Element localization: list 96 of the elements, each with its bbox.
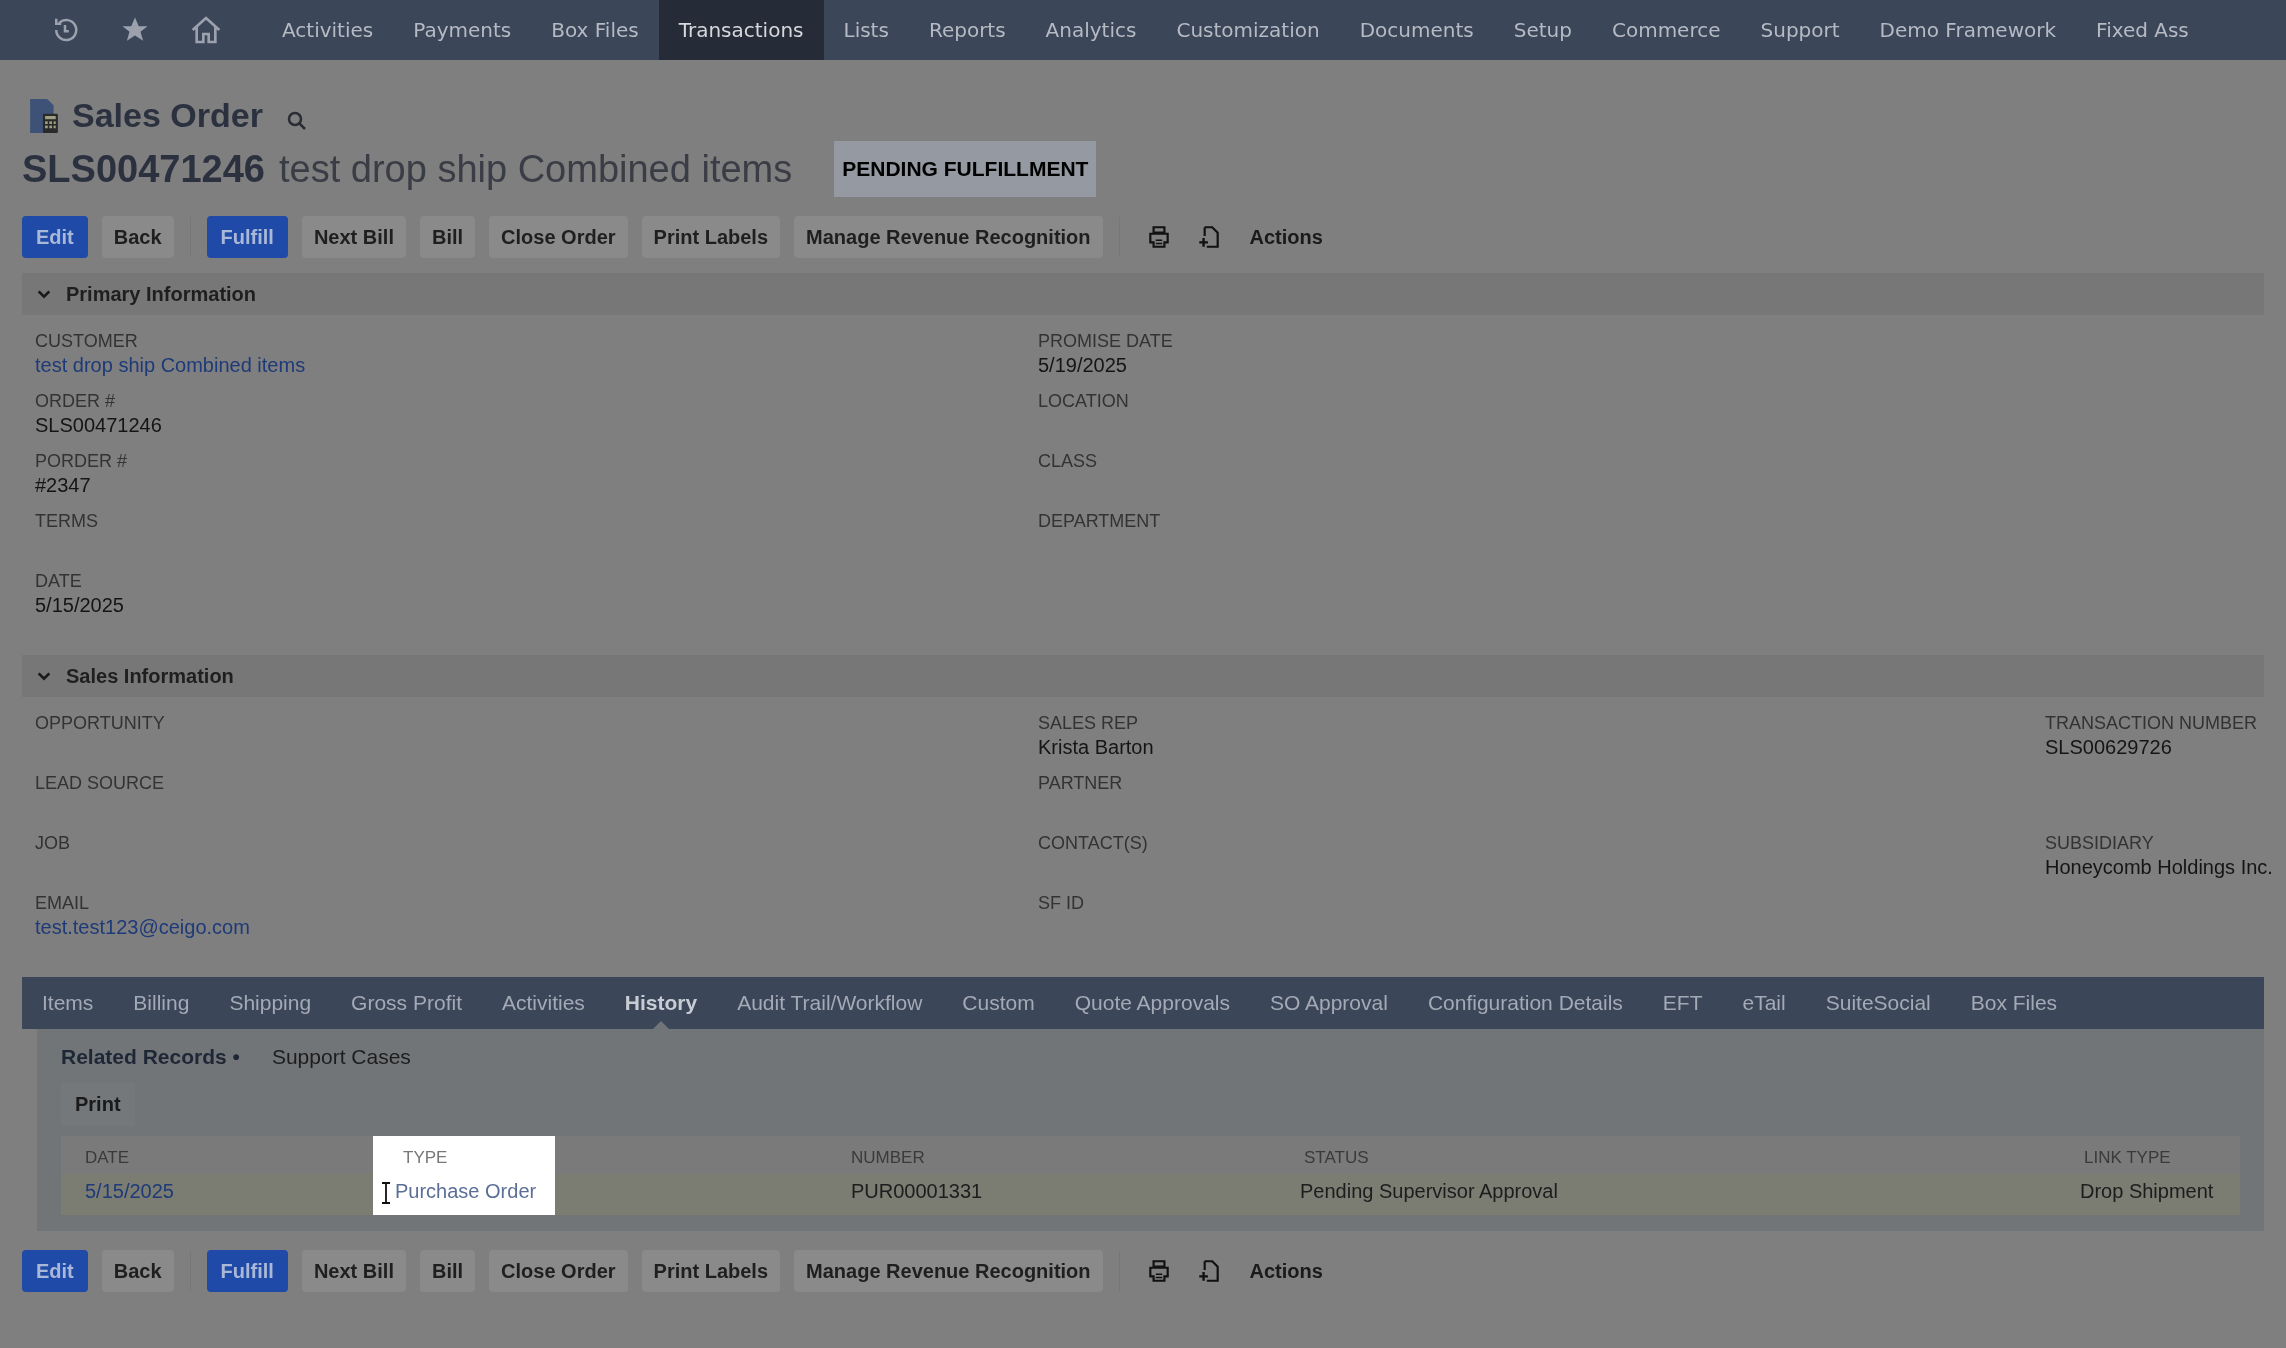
toolbar-button[interactable]: Manage Revenue Recognition xyxy=(794,1250,1103,1292)
column-header: STATUS xyxy=(1288,1136,2068,1174)
subtab[interactable]: Custom xyxy=(962,977,1055,1029)
primary-button[interactable]: Edit xyxy=(22,1250,88,1292)
nav-menu-item[interactable]: Setup xyxy=(1493,0,1592,60)
table-cell: Drop Shipment xyxy=(2068,1174,2240,1215)
nav-menu-item[interactable]: Reports xyxy=(908,0,1026,60)
field-value: SLS00471246 xyxy=(35,414,163,437)
subtab[interactable]: Box Files xyxy=(1970,977,2078,1029)
record-name: test drop ship Combined items xyxy=(279,147,793,191)
subtab[interactable]: Gross Profit xyxy=(351,977,482,1029)
field-label: CLASS xyxy=(1038,451,1099,472)
subtab[interactable]: History xyxy=(624,977,718,1029)
toolbar-button[interactable]: Bill xyxy=(419,1250,476,1292)
field-label: DATE xyxy=(35,571,83,592)
nav-menu-item[interactable]: Box Files xyxy=(531,0,659,60)
nav-menu-item[interactable]: Documents xyxy=(1339,0,1494,60)
subtab[interactable]: Billing xyxy=(133,977,210,1029)
field-label: OPPORTUNITY xyxy=(35,713,166,734)
nav-menu-item[interactable]: Customization xyxy=(1156,0,1340,60)
subtab[interactable]: Quote Approvals xyxy=(1074,977,1250,1029)
nav-menu-item[interactable]: Analytics xyxy=(1025,0,1157,60)
field-label: CONTACT(S) xyxy=(1038,833,1149,854)
column-header: TYPE xyxy=(373,1136,555,1174)
field-label: TERMS xyxy=(35,511,99,532)
toolbar-button[interactable]: Manage Revenue Recognition xyxy=(794,216,1103,258)
column-header: LINK TYPE xyxy=(2068,1136,2240,1174)
column-header: DATE xyxy=(61,1136,373,1174)
nav-menu-item[interactable]: Payments xyxy=(393,0,532,60)
date-link[interactable]: 5/15/2025 xyxy=(61,1174,373,1215)
subtab[interactable]: Configuration Details xyxy=(1427,977,1643,1029)
primary-button[interactable]: Edit xyxy=(22,216,88,258)
field-value: Krista Barton xyxy=(1038,736,1155,759)
field-value: 5/15/2025 xyxy=(35,594,125,617)
subtab[interactable]: SO Approval xyxy=(1270,977,1408,1029)
field-value: SLS00629726 xyxy=(2045,736,2173,759)
toolbar-button[interactable]: Bill xyxy=(419,216,476,258)
record-number: SLS00471246 xyxy=(22,147,265,191)
field-label: LOCATION xyxy=(1038,391,1130,412)
table-cell: PUR00001331 xyxy=(555,1174,1288,1215)
nav-menu-item[interactable]: Lists xyxy=(823,0,909,60)
section-header[interactable]: Sales Information xyxy=(22,655,2264,697)
field-label: SUBSIDIARY xyxy=(2045,833,2155,854)
text-cursor-icon xyxy=(381,1182,391,1204)
field-label: SF ID xyxy=(1038,893,1085,914)
section-header[interactable]: Primary Information xyxy=(22,273,2264,315)
nav-menu-item[interactable]: Fixed Ass xyxy=(2076,0,2209,60)
actions-menu[interactable]: Actions xyxy=(1249,225,1323,249)
field-label: TRANSACTION NUMBER xyxy=(2045,713,2258,734)
subtab[interactable]: Audit Trail/Workflow xyxy=(737,977,943,1029)
sales-order-icon xyxy=(28,96,60,135)
actions-menu[interactable]: Actions xyxy=(1249,1259,1323,1283)
history-tab[interactable]: Support Cases xyxy=(271,1045,411,1069)
field-value: Honeycomb Holdings Inc. xyxy=(2045,856,2273,879)
field-link[interactable]: test drop ship Combined items xyxy=(35,354,1038,377)
toolbar-button[interactable]: Back xyxy=(101,216,174,258)
field-value: 5/19/2025 xyxy=(1038,354,1128,377)
toolbar-button[interactable]: Close Order xyxy=(489,216,628,258)
subtab[interactable]: Items xyxy=(42,977,114,1029)
subtab[interactable]: EFT xyxy=(1662,977,1723,1029)
toolbar-button[interactable]: Back xyxy=(101,1250,174,1292)
toolbar-button[interactable]: Close Order xyxy=(489,1250,628,1292)
toolbar-button[interactable]: Print Labels xyxy=(641,1250,781,1292)
subtab[interactable]: SuiteSocial xyxy=(1825,977,1951,1029)
field-label: PARTNER xyxy=(1038,773,1124,794)
subtab[interactable]: Shipping xyxy=(229,977,332,1029)
subtab[interactable]: Activities xyxy=(501,977,605,1029)
column-header: NUMBER xyxy=(555,1136,1288,1174)
field-label: PORDER # xyxy=(35,451,129,472)
field-label: EMAIL xyxy=(35,893,91,914)
nav-menu-item[interactable]: Demo Framework xyxy=(1859,0,2077,60)
nav-menu-item[interactable]: Support xyxy=(1740,0,1860,60)
history-tab[interactable]: Related Records • xyxy=(61,1045,240,1069)
subtab[interactable]: eTail xyxy=(1742,977,1806,1029)
table-cell: Purchase Order xyxy=(373,1174,555,1215)
primary-button[interactable]: Fulfill xyxy=(206,216,288,258)
toolbar-button[interactable]: Next Bill xyxy=(301,216,406,258)
primary-button[interactable]: Fulfill xyxy=(206,1250,288,1292)
nav-menu-item[interactable]: Activities xyxy=(262,0,394,60)
field-value: #2347 xyxy=(35,474,92,497)
field-label: DEPARTMENT xyxy=(1038,511,1162,532)
field-label: ORDER # xyxy=(35,391,116,412)
field-label: CUSTOMER xyxy=(35,331,139,352)
page-title: Sales Order xyxy=(72,96,263,135)
field-label: SALES REP xyxy=(1038,713,1140,734)
field-link[interactable]: test.test123@ceigo.com xyxy=(35,916,1038,939)
nav-menu-item[interactable]: Commerce xyxy=(1591,0,1741,60)
field-label: PROMISE DATE xyxy=(1038,331,1174,352)
nav-menu-item[interactable]: Transactions xyxy=(658,0,824,60)
field-label: LEAD SOURCE xyxy=(35,773,166,794)
toolbar-button[interactable]: Print Labels xyxy=(641,216,781,258)
field-label: JOB xyxy=(35,833,71,854)
status-badge: PENDING FULFILLMENT xyxy=(834,141,1097,197)
table-cell: Pending Supervisor Approval xyxy=(1288,1174,2068,1215)
home-icon[interactable] xyxy=(190,14,222,46)
toolbar-button[interactable]: Next Bill xyxy=(301,1250,406,1292)
